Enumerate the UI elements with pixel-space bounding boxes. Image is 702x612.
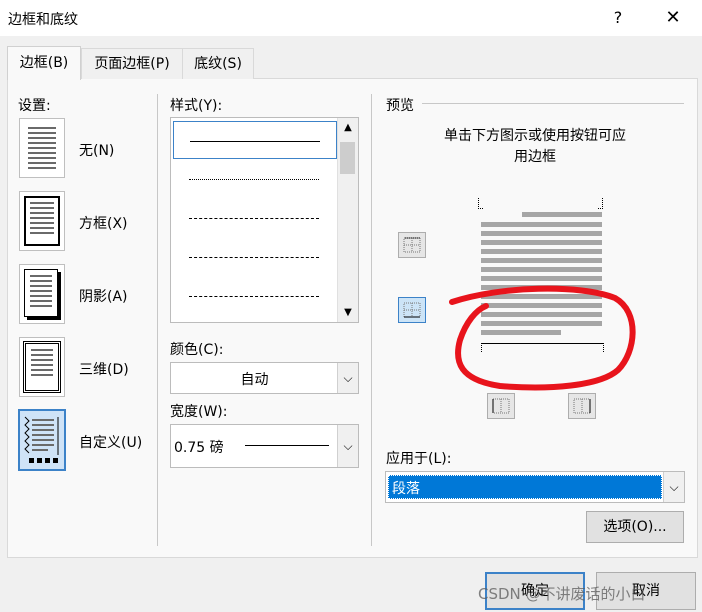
style-option-solid[interactable] bbox=[173, 121, 337, 159]
chevron-down-icon[interactable]: ⌵ bbox=[663, 472, 684, 502]
color-value: 自动 bbox=[240, 372, 269, 388]
chevron-down-icon[interactable]: ⌵ bbox=[337, 363, 358, 393]
red-annotation-circle bbox=[449, 285, 636, 391]
width-combobox[interactable]: 0.75 磅 ⌵ bbox=[170, 424, 359, 468]
preview-heading-rule bbox=[422, 103, 684, 104]
style-scrollbar[interactable]: ▲ ▼ bbox=[337, 118, 358, 322]
color-combobox[interactable]: 自动 ⌵ bbox=[170, 362, 359, 394]
width-heading: 宽度(W): bbox=[170, 404, 228, 420]
dialog-title: 边框和底纹 bbox=[8, 12, 78, 28]
setting-custom-icon[interactable] bbox=[18, 409, 66, 471]
preview-heading: 预览 bbox=[386, 98, 414, 114]
border-top-icon bbox=[403, 237, 421, 253]
chevron-down-icon[interactable]: ⌵ bbox=[337, 425, 358, 467]
style-option-dash[interactable] bbox=[173, 238, 335, 276]
apply-to-value: 段落 bbox=[392, 481, 420, 497]
style-heading: 样式(Y): bbox=[170, 98, 223, 114]
width-sample-line bbox=[245, 445, 329, 446]
setting-box-label[interactable]: 方框(X) bbox=[79, 213, 128, 233]
border-bottom-button[interactable] bbox=[398, 297, 426, 323]
style-option-dotted[interactable] bbox=[173, 160, 335, 198]
scroll-thumb[interactable] bbox=[340, 142, 355, 174]
setting-shadow-label[interactable]: 阴影(A) bbox=[79, 286, 128, 306]
setting-3d-label[interactable]: 三维(D) bbox=[79, 359, 129, 379]
setting-none-icon[interactable] bbox=[19, 118, 65, 178]
width-value: 0.75 磅 bbox=[174, 440, 224, 456]
setting-shadow-icon[interactable] bbox=[19, 264, 65, 324]
divider-left bbox=[157, 94, 158, 546]
color-heading: 颜色(C): bbox=[170, 342, 224, 358]
settings-heading: 设置: bbox=[18, 98, 51, 114]
preview-instruction-1: 单击下方图示或使用按钮可应 bbox=[444, 128, 626, 144]
setting-custom-label[interactable]: 自定义(U) bbox=[79, 432, 142, 452]
scroll-down-icon[interactable]: ▼ bbox=[338, 307, 358, 318]
style-listbox[interactable]: ▲ ▼ bbox=[170, 117, 359, 323]
tab-shading[interactable]: 底纹(S) bbox=[182, 48, 254, 79]
help-button[interactable]: ? bbox=[598, 2, 638, 34]
style-option-dash-dot[interactable] bbox=[173, 277, 335, 315]
divider-right bbox=[371, 94, 372, 546]
setting-3d-icon[interactable] bbox=[19, 337, 65, 397]
apply-to-heading: 应用于(L): bbox=[386, 451, 452, 467]
setting-box-icon[interactable] bbox=[19, 191, 65, 251]
style-option-small-dash[interactable] bbox=[173, 199, 335, 237]
tab-borders[interactable]: 边框(B) bbox=[7, 46, 81, 80]
apply-to-combobox[interactable]: 段落 ⌵ bbox=[385, 471, 685, 503]
tab-page-borders[interactable]: 页面边框(P) bbox=[81, 48, 183, 79]
scroll-up-icon[interactable]: ▲ bbox=[338, 122, 358, 133]
border-top-button[interactable] bbox=[398, 232, 426, 258]
setting-none-label[interactable]: 无(N) bbox=[79, 140, 114, 160]
watermark: CSDN @不讲废话的小白 bbox=[478, 585, 646, 603]
options-button[interactable]: 选项(O)... bbox=[586, 511, 684, 543]
border-bottom-icon bbox=[403, 302, 421, 318]
close-button[interactable]: ✕ bbox=[650, 2, 696, 34]
title-bar bbox=[0, 0, 702, 36]
preview-instruction-2: 用边框 bbox=[514, 149, 556, 165]
